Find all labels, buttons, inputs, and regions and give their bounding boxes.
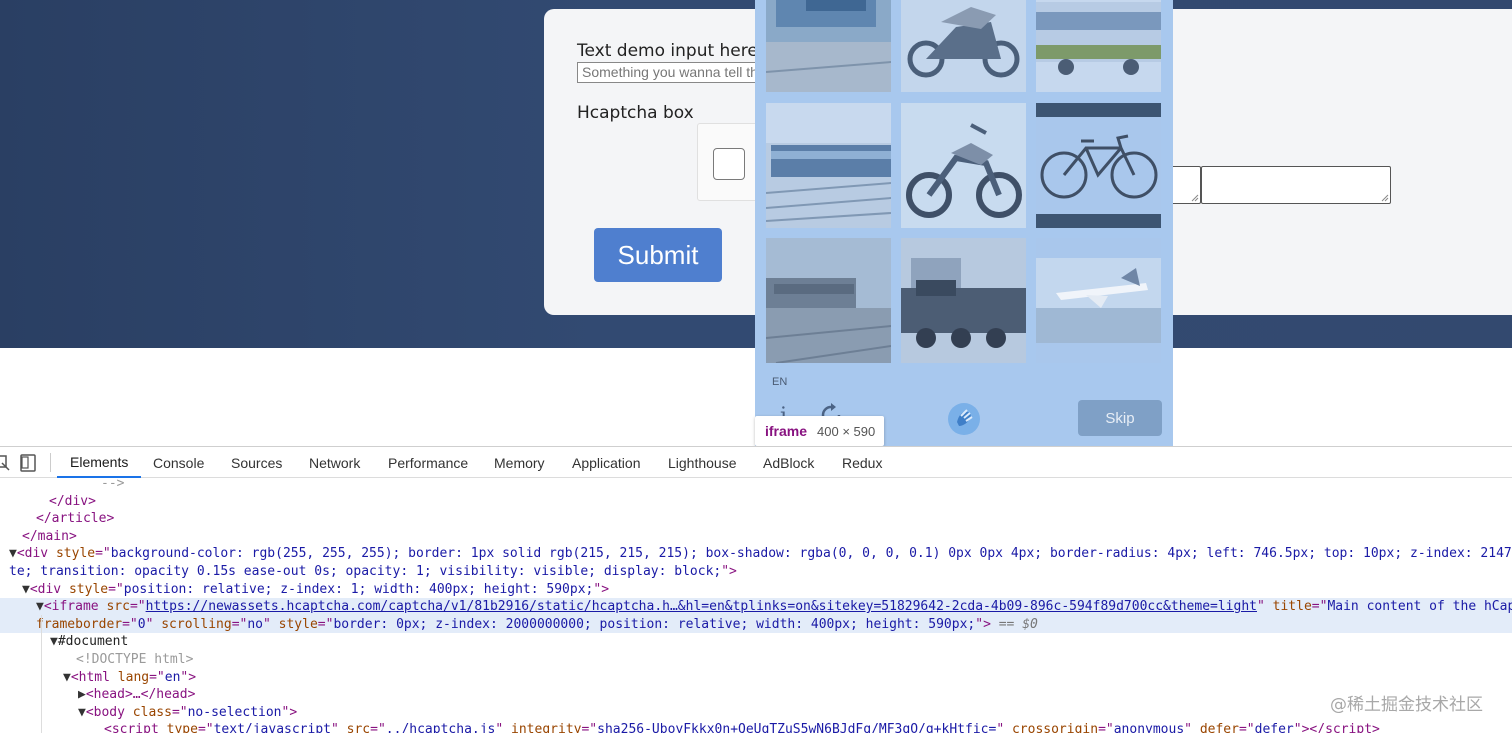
tab-network[interactable]: Network: [296, 447, 373, 478]
tab-elements[interactable]: Elements: [57, 447, 142, 478]
challenge-tile-train[interactable]: [766, 0, 891, 92]
webpage-viewport: Text demo input here Something you wanna…: [0, 0, 1512, 446]
watermark-text: @稀土掘金技术社区: [1330, 695, 1483, 715]
attr-value: position: relative; z-index: 1; width: 4…: [123, 581, 594, 597]
attr-value: defer: [1254, 722, 1294, 733]
device-toolbar-icon[interactable]: [18, 453, 38, 473]
expand-triangle-icon[interactable]: ▶: [78, 687, 86, 702]
doctype-node: <!DOCTYPE html>: [76, 652, 194, 667]
resize-grip-icon: [1381, 194, 1389, 202]
document-node: #document: [57, 634, 129, 650]
tab-adblock[interactable]: AdBlock: [750, 447, 827, 478]
devtools-panel: Elements Console Sources Network Perform…: [0, 446, 1512, 733]
dom-comment: -->: [101, 479, 125, 491]
dom-line[interactable]: </article>: [0, 510, 1512, 528]
dom-line[interactable]: ▼<div style="position: relative; z-index…: [0, 581, 1512, 599]
dom-line[interactable]: ▼<html lang="en">: [0, 669, 1512, 687]
attr-value: border: 0px; z-index: 2000000000; positi…: [333, 616, 976, 632]
dom-tag: </div>: [49, 493, 96, 509]
dom-tag: <head>…</head>: [85, 687, 196, 703]
selected-node-marker: == $0: [990, 616, 1038, 632]
resize-grip-icon: [1191, 194, 1199, 202]
challenge-tile-train[interactable]: [901, 238, 1026, 363]
attr-value: Main content of the hCaptcha challenge: [1327, 599, 1512, 615]
textarea-right[interactable]: [1201, 166, 1391, 204]
hcaptcha-label: Hcaptcha box: [577, 103, 694, 123]
tab-memory[interactable]: Memory: [481, 447, 558, 478]
dom-line[interactable]: <script type="text/javascript" src="../h…: [0, 721, 1512, 733]
collapse-triangle-icon[interactable]: ▼: [22, 582, 30, 597]
collapse-triangle-icon[interactable]: ▼: [36, 599, 44, 614]
tab-redux[interactable]: Redux: [829, 447, 895, 478]
challenge-tile-bus[interactable]: [1036, 0, 1161, 92]
hcaptcha-checkbox[interactable]: [713, 148, 745, 180]
collapse-triangle-icon[interactable]: ▼: [78, 705, 86, 720]
tab-application[interactable]: Application: [559, 447, 654, 478]
dom-line[interactable]: ▶<head>…</head>: [0, 686, 1512, 704]
challenge-tile-motorcycle[interactable]: [901, 103, 1026, 228]
iframe-src-link[interactable]: https://newassets.hcaptcha.com/captcha/v…: [146, 599, 1257, 614]
dom-line[interactable]: ▼<body class="no-selection">: [0, 704, 1512, 722]
tabbar-divider: [50, 453, 51, 472]
collapse-triangle-icon[interactable]: ▼: [63, 670, 71, 685]
attr-value: no-selection: [187, 704, 282, 720]
inspect-element-icon[interactable]: [0, 453, 12, 473]
tab-sources[interactable]: Sources: [218, 447, 295, 478]
element-inspector-tooltip: iframe 400 × 590: [755, 416, 884, 446]
dom-line[interactable]: <!DOCTYPE html>: [0, 651, 1512, 669]
dom-line-selected[interactable]: frameborder="0" scrolling="no" style="bo…: [0, 615, 1512, 634]
skip-button[interactable]: Skip: [1078, 400, 1162, 436]
devtools-tabbar: Elements Console Sources Network Perform…: [0, 447, 1512, 478]
dom-line[interactable]: ▼<div style="background-color: rgb(255, …: [0, 545, 1512, 563]
challenge-tile-motorcycle[interactable]: [901, 0, 1026, 92]
challenge-tile-airplane[interactable]: [1036, 238, 1161, 363]
attr-value: background-color: rgb(255, 255, 255); bo…: [110, 546, 1512, 562]
dom-line[interactable]: </main>: [0, 528, 1512, 546]
challenge-tile-train[interactable]: [766, 103, 891, 228]
text-input-label: Text demo input here: [577, 41, 758, 61]
dom-tag: </main>: [22, 528, 77, 544]
attr-value: text/javascript: [213, 722, 331, 733]
collapse-triangle-icon[interactable]: ▼: [9, 546, 17, 561]
attr-value: sha256-UboyFkkx0n+QeUqTZuS5wN6BJdFq/MF3q…: [597, 722, 997, 733]
tab-console[interactable]: Console: [140, 447, 217, 478]
attr-value: 0: [137, 616, 146, 632]
dom-line[interactable]: -->: [0, 479, 1512, 493]
dom-line[interactable]: </div>: [0, 493, 1512, 511]
script-src-link[interactable]: ../hcaptcha.js: [386, 722, 496, 733]
tree-guide-line: [41, 615, 42, 733]
attr-value: no: [247, 616, 263, 632]
tooltip-element-name: iframe: [765, 423, 808, 439]
hcaptcha-logo-icon: [948, 403, 980, 435]
challenge-tile-bicycle[interactable]: [1036, 103, 1161, 228]
dom-tag: </article>: [36, 511, 115, 527]
language-selector[interactable]: EN: [772, 376, 787, 388]
submit-button[interactable]: Submit: [594, 228, 722, 282]
dom-tree: --> </div> </article> </main> ▼<div styl…: [0, 479, 1512, 733]
tab-performance[interactable]: Performance: [375, 447, 481, 478]
tab-lighthouse[interactable]: Lighthouse: [655, 447, 750, 478]
dom-line[interactable]: te; transition: opacity 0.15s ease-out 0…: [0, 563, 1512, 581]
challenge-tile-train[interactable]: [766, 238, 891, 363]
attr-value: en: [164, 669, 181, 685]
tooltip-element-size: 400 × 590: [817, 423, 876, 439]
dom-line-selected[interactable]: ▼<iframe src="https://newassets.hcaptcha…: [0, 598, 1512, 616]
collapse-triangle-icon[interactable]: ▼: [50, 634, 58, 649]
attr-value: te; transition: opacity 0.15s ease-out 0…: [9, 564, 722, 579]
dom-line[interactable]: ▼#document: [0, 633, 1512, 651]
attr-value: anonymous: [1113, 722, 1185, 733]
